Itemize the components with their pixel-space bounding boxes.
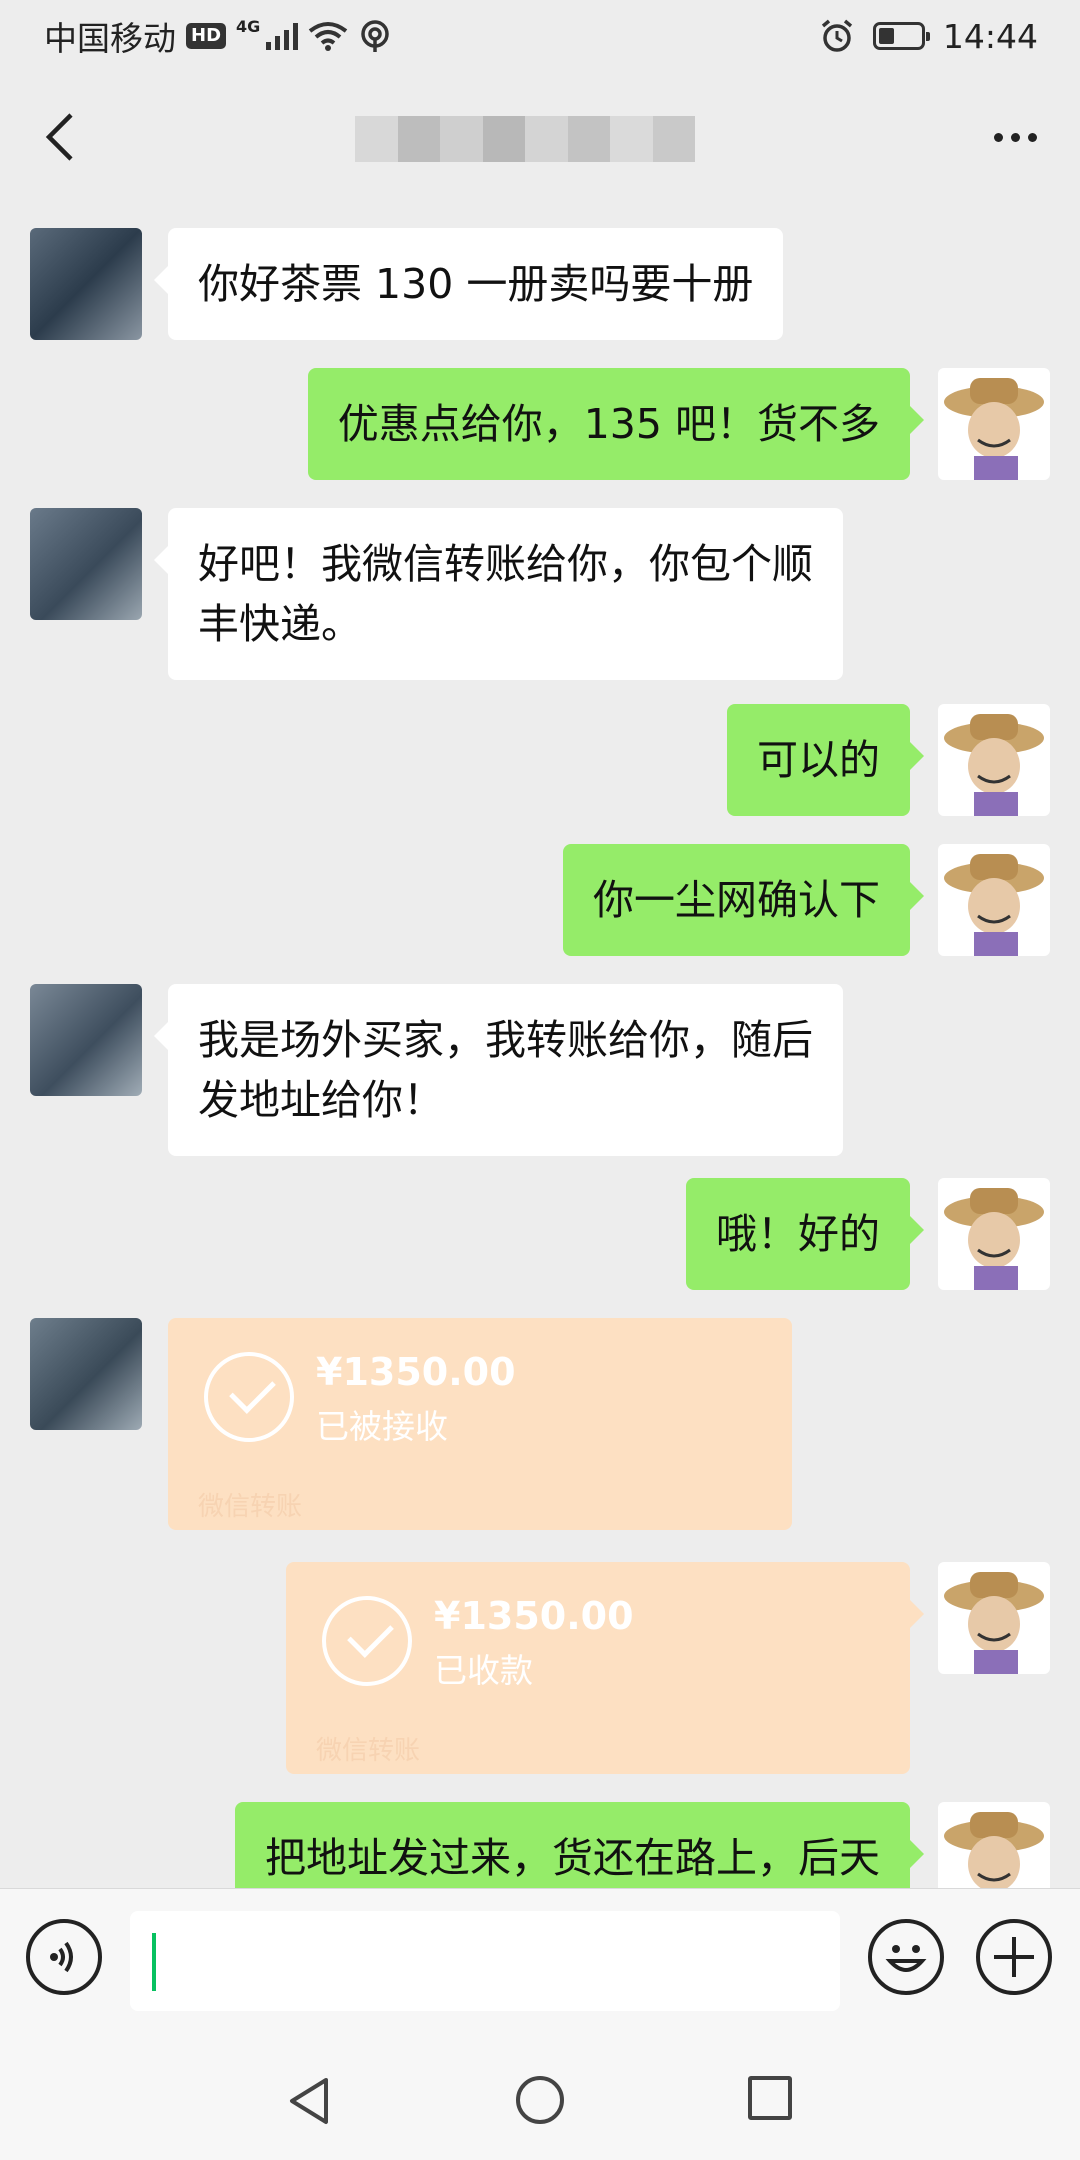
- chevron-left-icon: [45, 113, 73, 161]
- my-avatar[interactable]: [938, 1178, 1050, 1290]
- message-bubble[interactable]: 可以的: [727, 704, 924, 816]
- plus-button[interactable]: [976, 1919, 1052, 1995]
- message-text-line: 好吧！我微信转账给你，你包个顺: [198, 540, 813, 588]
- message-bubble[interactable]: 我是场外买家，我转账给你，随后 发地址给你！: [154, 984, 843, 1156]
- system-nav-bar: [0, 2034, 1080, 2160]
- chat-header: [0, 72, 1080, 202]
- transfer-amount: ¥1350.00: [434, 1594, 634, 1638]
- square-recent-icon[interactable]: [748, 2076, 792, 2120]
- contact-name-blurred: [355, 116, 695, 162]
- more-horizontal-icon: [993, 132, 1003, 142]
- transfer-card[interactable]: ¥1350.00 已被接收 微信转账: [168, 1318, 792, 1530]
- cowboy-avatar-icon: [944, 1188, 1044, 1290]
- message-bubble[interactable]: 你好茶票 130 一册卖吗要十册: [153, 228, 784, 340]
- signal-icon: [266, 22, 299, 50]
- voice-icon: [50, 1941, 73, 1973]
- battery-icon: [872, 22, 930, 50]
- emoji-icon: [885, 1945, 927, 1972]
- my-avatar[interactable]: [938, 1562, 1050, 1674]
- clock: 14:44: [942, 16, 1038, 56]
- transfer-status: 已收款: [434, 1651, 533, 1690]
- cowboy-avatar-icon: [944, 378, 1044, 480]
- my-avatar[interactable]: [938, 844, 1050, 956]
- status-left: 中国移动 HD 4G: [44, 12, 392, 60]
- message-bubble[interactable]: 把地址发过来，货还在路上，后天: [235, 1802, 924, 1888]
- message-text: 哦！好的: [716, 1210, 880, 1258]
- transfer-amount: ¥1350.00: [316, 1350, 516, 1394]
- wifi-icon: [309, 22, 348, 51]
- text-caret: [152, 1933, 156, 1991]
- contact-avatar[interactable]: [30, 984, 142, 1096]
- emoji-button[interactable]: [868, 1919, 944, 1995]
- transfer-card[interactable]: ¥1350.00 已收款 微信转账: [286, 1562, 924, 1774]
- my-avatar[interactable]: [938, 368, 1050, 480]
- cowboy-avatar-icon: [944, 1812, 1044, 1888]
- message-bubble[interactable]: 哦！好的: [686, 1178, 924, 1290]
- status-bar: 中国移动 HD 4G 14:44: [0, 0, 1080, 72]
- carrier-name: 中国移动: [44, 19, 176, 58]
- triangle-back-icon[interactable]: [286, 2076, 330, 2126]
- my-avatar[interactable]: [938, 1802, 1050, 1888]
- message-bubble[interactable]: 你一尘网确认下: [563, 844, 924, 956]
- back-button[interactable]: [30, 107, 90, 167]
- message-text: 可以的: [757, 736, 880, 784]
- alarm-icon: [821, 19, 853, 52]
- message-bubble[interactable]: 优惠点给你，135 吧！货不多: [307, 368, 925, 480]
- input-bar: [0, 1888, 1080, 2034]
- cowboy-avatar-icon: [944, 714, 1044, 816]
- more-button[interactable]: [980, 107, 1050, 167]
- contact-avatar[interactable]: [30, 508, 142, 620]
- check-circle-icon: [322, 1596, 412, 1686]
- hotspot-icon: [361, 20, 390, 52]
- contact-avatar[interactable]: [30, 228, 142, 340]
- message-text-line: 发地址给你！: [198, 1076, 444, 1124]
- my-avatar[interactable]: [938, 704, 1050, 816]
- status-right: 14:44: [819, 17, 1038, 56]
- check-circle-icon: [204, 1352, 294, 1442]
- transfer-status: 已被接收: [316, 1407, 448, 1446]
- message-text-line: 丰快递。: [198, 600, 362, 648]
- message-bubble[interactable]: 好吧！我微信转账给你，你包个顺 丰快递。: [154, 508, 843, 680]
- message-input[interactable]: [130, 1911, 840, 2011]
- network-type: 4G: [236, 16, 261, 36]
- circle-home-icon[interactable]: [516, 2076, 564, 2124]
- message-text: 你一尘网确认下: [593, 876, 880, 924]
- message-text: 优惠点给你，135 吧！货不多: [337, 400, 880, 448]
- voice-button[interactable]: [26, 1919, 102, 1995]
- message-text-line: 我是场外买家，我转账给你，随后: [198, 1016, 813, 1064]
- contact-avatar[interactable]: [30, 1318, 142, 1430]
- transfer-label: 微信转账: [316, 1736, 421, 1766]
- plus-icon: [994, 1937, 1034, 1977]
- hd-badge: HD: [186, 23, 227, 49]
- cowboy-avatar-icon: [944, 1572, 1044, 1674]
- message-text: 你好茶票 130 一册卖吗要十册: [198, 260, 754, 308]
- cowboy-avatar-icon: [944, 854, 1044, 956]
- transfer-label: 微信转账: [198, 1492, 303, 1522]
- message-text: 把地址发过来，货还在路上，后天: [265, 1834, 880, 1882]
- chat-messages[interactable]: 你好茶票 130 一册卖吗要十册 优惠点给你，135 吧！货不多 好吧！我微信转…: [0, 202, 1080, 1888]
